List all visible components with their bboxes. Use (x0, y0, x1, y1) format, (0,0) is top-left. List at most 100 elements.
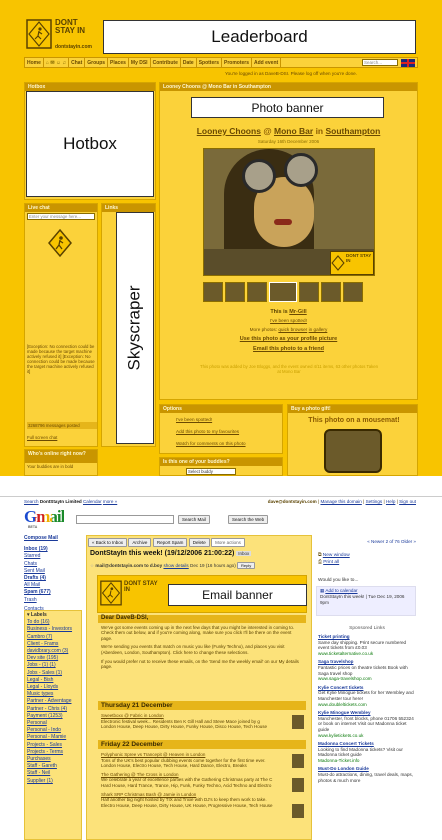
show-details-link[interactable]: show details (163, 563, 188, 568)
nav-date[interactable]: Date (181, 58, 197, 67)
nav-inbox[interactable]: Inbox (19) (24, 546, 82, 553)
ad-item[interactable]: Must-Do London Guide Must-do attractions… (318, 766, 416, 783)
label-item[interactable]: Personal - Indo (27, 727, 79, 734)
star-icon[interactable]: ☆ (90, 563, 94, 568)
label-item[interactable]: Jobs - (1) (1) (27, 662, 79, 669)
nav-promoters[interactable]: Promoters (222, 58, 252, 67)
event-thumb[interactable] (292, 778, 304, 792)
use-photo-profile-link[interactable]: Use this photo as your profile picture (159, 336, 418, 342)
thumbnail[interactable] (299, 282, 319, 302)
label-item[interactable]: Music types (27, 691, 79, 698)
top-link-company[interactable]: DontStayIn Limited (40, 499, 82, 504)
ad-item[interactable]: Kylie Concert tickets Get Kylie Minogue … (318, 685, 416, 707)
ad-url[interactable]: Madonna-Ticket.info (318, 758, 416, 764)
label-item[interactable]: Partner - Chris (4) (27, 706, 79, 713)
photo-title-venue[interactable]: Mono Bar (274, 126, 313, 136)
label-item[interactable]: Business - Investors (27, 626, 79, 633)
top-link-more[interactable]: more » (103, 499, 117, 504)
label-item[interactable]: Client - Frams (27, 641, 79, 648)
settings-link[interactable]: Settings (366, 499, 383, 504)
label-item[interactable]: Projects - Terms (27, 749, 79, 756)
label-item[interactable]: Legal - Bish (27, 677, 79, 684)
nav-spam[interactable]: Spam (677) (24, 589, 82, 596)
compose-mail-link[interactable]: Compose Mail (24, 535, 82, 542)
label-item[interactable]: Cambro (7) (27, 634, 79, 641)
ad-item[interactable]: Kylie Minogue Wembley Manchester, front … (318, 710, 416, 738)
ad-url[interactable]: www.kylietickets.co.uk (318, 733, 416, 739)
nav-trash[interactable]: Trash (24, 597, 82, 604)
manage-domain-link[interactable]: Manage this domain (320, 499, 361, 504)
help-link[interactable]: Help (386, 499, 395, 504)
nav-add-event[interactable]: Add event (252, 58, 282, 67)
mousemat-image[interactable] (324, 429, 382, 473)
labels-header[interactable]: ▾ Labels (27, 612, 79, 619)
email-photo-link[interactable]: Email this photo to a friend (159, 346, 418, 352)
label-item[interactable]: Jobs - Sales (1) (27, 670, 79, 677)
thumbnail[interactable] (225, 282, 245, 302)
dsi-search-input[interactable]: Search... (362, 59, 398, 66)
nav-chats[interactable]: Chats (24, 561, 82, 568)
event-thumb[interactable] (292, 715, 304, 729)
label-item[interactable]: To do (16) (27, 619, 79, 626)
label-item[interactable]: Legal - Lloyds (27, 684, 79, 691)
option-favourites[interactable]: Add this photo to my favourites (176, 429, 239, 434)
search-mail-button[interactable]: Search Mail (178, 515, 210, 524)
nav-all-mail[interactable]: All Mail (24, 582, 82, 589)
archive-button[interactable]: Archive (128, 538, 152, 547)
sign-out-link[interactable]: Sign out (399, 499, 416, 504)
nav-places[interactable]: Places (108, 58, 129, 67)
more-actions-select[interactable]: More actions (211, 538, 245, 547)
ad-url[interactable]: www.saga-travelshop.com (318, 676, 416, 682)
option-spotted[interactable]: I've been spotted! (176, 417, 212, 422)
label-item[interactable]: Supplier (1) (27, 778, 79, 785)
thumbnail[interactable] (321, 282, 341, 302)
gift-text[interactable]: This photo on a mousemat! (292, 417, 416, 424)
label-item[interactable]: Payment (1253) (27, 713, 79, 720)
this-is-user-link[interactable]: Mr-Gill (289, 309, 306, 315)
uk-flag-icon[interactable] (401, 59, 415, 67)
nav-spotters[interactable]: Spotters (197, 58, 222, 67)
nav-chat[interactable]: Chat (69, 58, 86, 67)
nav-mydsi[interactable]: My DSI (129, 58, 151, 67)
ad-item[interactable]: Ticket printing Same day shipping. Print… (318, 634, 416, 656)
nav-sent[interactable]: Sent Mail (24, 568, 82, 575)
inbox-tag[interactable]: Inbox (236, 551, 252, 556)
nav-drafts[interactable]: Drafts (4) (24, 575, 82, 582)
label-item[interactable]: Dev site (195) (27, 655, 79, 662)
photo-title-town[interactable]: Southampton (326, 126, 381, 136)
delete-button[interactable]: Delete (188, 538, 210, 547)
label-item[interactable]: Projects - Sales (27, 742, 79, 749)
new-window-link[interactable]: ⧉ New window (318, 552, 416, 559)
gmail-logo[interactable]: Gmail BETA (24, 507, 84, 529)
nav-groups[interactable]: Groups (85, 58, 109, 67)
label-item[interactable]: davidbrary.com (3) (27, 648, 79, 655)
event-thumb[interactable] (292, 804, 304, 818)
nav-starred[interactable]: Starred (24, 553, 82, 560)
top-link-calendar[interactable]: Calendar (83, 499, 102, 504)
thumbnail[interactable] (203, 282, 223, 302)
print-all-link[interactable]: ⎙ Print all (318, 559, 416, 566)
dsi-logo[interactable]: DONT STAY IN dontstayin.com (26, 17, 98, 55)
photo-title[interactable]: Looney Choons @ Mono Bar in Southampton (159, 126, 418, 136)
photo-spotted-link[interactable]: I've been spotted! (159, 318, 418, 323)
search-web-button[interactable]: Search the Web (228, 515, 269, 524)
thumbnail[interactable] (343, 282, 363, 302)
buddies-select[interactable]: Select buddy (186, 468, 236, 475)
gmail-search-input[interactable] (76, 515, 174, 524)
nav-home[interactable]: Home (25, 58, 44, 67)
top-link-search[interactable]: Search (24, 499, 39, 504)
nav-contribute[interactable]: Contribute (151, 58, 181, 67)
thumbnail-current[interactable] (269, 282, 297, 302)
report-spam-button[interactable]: Report Spam (152, 538, 188, 547)
ad-item[interactable]: Madonna Concert Tickets Looking to find … (318, 741, 416, 763)
label-item[interactable]: Purchases (27, 756, 79, 763)
nav-icons[interactable]: ⌂ ✉ ☺ ♫ (44, 58, 70, 67)
label-item[interactable]: Staff - Gareth (27, 763, 79, 770)
label-item[interactable]: Personal - Mamie (27, 734, 79, 741)
option-watch[interactable]: Watch for comments on this photo (176, 441, 246, 446)
label-item[interactable]: Partner - Adventage (27, 698, 79, 705)
back-to-inbox-button[interactable]: « Back to Inbox (88, 538, 128, 547)
sender[interactable]: mail@dontstayin.com to d.boy (95, 563, 162, 568)
ad-item[interactable]: Saga travelshop Fantastic prices on thea… (318, 659, 416, 681)
ad-url[interactable]: www.doubleltickets.com (318, 702, 416, 708)
